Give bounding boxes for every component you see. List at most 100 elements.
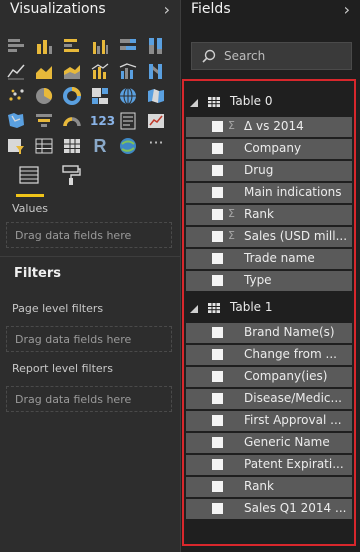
- table-icon[interactable]: [34, 136, 54, 156]
- field-row[interactable]: Change from ...: [186, 345, 352, 365]
- clustered-column-icon[interactable]: [90, 36, 110, 56]
- values-label: Values: [12, 202, 48, 215]
- field-checkbox[interactable]: [212, 481, 223, 492]
- field-row[interactable]: Σ Δ vs 2014: [186, 117, 352, 137]
- visualizations-header: Visualizations ›: [0, 0, 180, 23]
- matrix-icon[interactable]: [62, 136, 82, 156]
- filled-map-icon[interactable]: [146, 86, 166, 106]
- field-checkbox[interactable]: [212, 209, 223, 220]
- multirow-card-icon[interactable]: [118, 111, 138, 131]
- r-visual-icon[interactable]: R: [90, 136, 110, 156]
- chevron-right-icon[interactable]: ›: [344, 0, 350, 19]
- field-checkbox[interactable]: [212, 415, 223, 426]
- line-cluster-icon[interactable]: [118, 61, 138, 81]
- fields-search-input[interactable]: Search: [191, 42, 352, 70]
- kpi-icon[interactable]: [146, 111, 166, 131]
- field-checkbox[interactable]: [212, 275, 223, 286]
- fields-tab-icon[interactable]: [16, 164, 44, 197]
- card-icon[interactable]: 123: [90, 111, 116, 131]
- report-filters-drop-zone[interactable]: Drag data fields here: [6, 386, 172, 412]
- format-paint-roller-icon[interactable]: [60, 164, 82, 186]
- field-checkbox[interactable]: [212, 165, 223, 176]
- area-chart-icon[interactable]: [34, 61, 54, 81]
- field-row[interactable]: Type: [186, 271, 352, 291]
- globe-map-icon[interactable]: [118, 86, 138, 106]
- funnel-icon[interactable]: [34, 111, 54, 131]
- arcgis-icon[interactable]: [118, 136, 138, 156]
- field-checkbox[interactable]: [212, 143, 223, 154]
- field-label: Sales (USD mill...: [244, 229, 348, 243]
- fields-title: Fields: [191, 1, 231, 17]
- field-row[interactable]: Drug: [186, 161, 352, 181]
- field-checkbox[interactable]: [212, 231, 223, 242]
- field-checkbox[interactable]: [212, 371, 223, 382]
- card-icon-text: 123: [90, 114, 116, 128]
- field-row[interactable]: Rank: [186, 477, 352, 497]
- sigma-icon: Σ: [228, 229, 235, 242]
- field-row[interactable]: Brand Name(s): [186, 323, 352, 343]
- field-row[interactable]: Sales Q1 2014 ...: [186, 499, 352, 519]
- field-label: Rank: [244, 207, 274, 221]
- shape-map-icon[interactable]: [6, 111, 26, 131]
- clustered-bar-icon[interactable]: [62, 36, 82, 56]
- page-filters-drop-zone[interactable]: Drag data fields here: [6, 326, 172, 352]
- field-checkbox[interactable]: [212, 327, 223, 338]
- visualizations-pane: Visualizations › 123 R ··· Values Drag dat…: [0, 0, 180, 552]
- 100-column-icon[interactable]: [146, 36, 166, 56]
- line-column-icon[interactable]: [90, 61, 110, 81]
- search-placeholder: Search: [224, 49, 266, 63]
- field-checkbox[interactable]: [212, 393, 223, 404]
- field-row[interactable]: Σ Rank: [186, 205, 352, 225]
- sigma-icon: Σ: [228, 119, 235, 132]
- stacked-bar-icon[interactable]: [6, 36, 26, 56]
- sigma-icon: Σ: [228, 207, 235, 220]
- stacked-column-icon[interactable]: [34, 36, 54, 56]
- field-checkbox[interactable]: [212, 459, 223, 470]
- field-row[interactable]: Company: [186, 139, 352, 159]
- donut-icon[interactable]: [62, 86, 82, 106]
- field-checkbox[interactable]: [212, 503, 223, 514]
- field-row[interactable]: Trade name: [186, 249, 352, 269]
- field-label: Sales Q1 2014 ...: [244, 501, 347, 515]
- more-icon[interactable]: ···: [146, 135, 166, 156]
- fields-header: Fields ›: [181, 0, 360, 23]
- field-row[interactable]: First Approval ...: [186, 411, 352, 431]
- gauge-icon[interactable]: [62, 111, 82, 131]
- field-checkbox[interactable]: [212, 437, 223, 448]
- table-header[interactable]: Table 0: [184, 91, 352, 113]
- values-drop-zone[interactable]: Drag data fields here: [6, 222, 172, 248]
- search-icon: [201, 48, 217, 64]
- ribbon-icon[interactable]: [146, 61, 166, 81]
- field-label: Main indications: [244, 185, 342, 199]
- treemap-icon[interactable]: [90, 86, 110, 106]
- field-row[interactable]: Main indications: [186, 183, 352, 203]
- field-label: Patent Expirati...: [244, 457, 344, 471]
- expand-caret-icon[interactable]: [190, 96, 198, 107]
- field-row[interactable]: Disease/Medic...: [186, 389, 352, 409]
- table-header[interactable]: Table 1: [184, 297, 352, 319]
- expand-caret-icon[interactable]: [190, 302, 198, 313]
- chevron-right-icon[interactable]: ›: [164, 0, 170, 19]
- 100-bar-icon[interactable]: [118, 36, 138, 56]
- field-row[interactable]: Patent Expirati...: [186, 455, 352, 475]
- field-label: Disease/Medic...: [244, 391, 342, 405]
- field-label: Generic Name: [244, 435, 330, 449]
- field-label: Rank: [244, 479, 274, 493]
- field-checkbox[interactable]: [212, 187, 223, 198]
- filters-divider: [0, 256, 180, 257]
- field-row[interactable]: Company(ies): [186, 367, 352, 387]
- pie-icon[interactable]: [34, 86, 54, 106]
- stacked-area-icon[interactable]: [62, 61, 82, 81]
- field-checkbox[interactable]: [212, 253, 223, 264]
- report-level-filters-label: Report level filters: [12, 362, 113, 375]
- field-row[interactable]: Σ Sales (USD mill...: [186, 227, 352, 247]
- visual-types-grid: 123 R ···: [6, 36, 172, 158]
- scatter-icon[interactable]: [6, 86, 26, 106]
- field-label: Company(ies): [244, 369, 328, 383]
- line-chart-icon[interactable]: [6, 61, 26, 81]
- field-checkbox[interactable]: [212, 349, 223, 360]
- table-grid-icon: [208, 96, 220, 107]
- slicer-icon[interactable]: [6, 136, 26, 156]
- field-row[interactable]: Generic Name: [186, 433, 352, 453]
- field-checkbox[interactable]: [212, 121, 223, 132]
